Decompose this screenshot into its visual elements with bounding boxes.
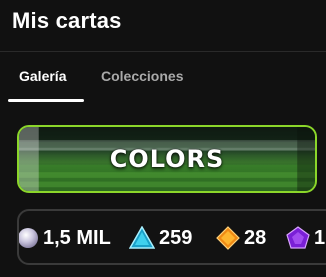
silver-orb-icon: [19, 227, 39, 249]
active-tab-indicator: [8, 99, 84, 102]
blue-triangle-gem-icon: [129, 226, 155, 250]
blue-gems-value: 259: [159, 226, 193, 249]
currency-coins: 1,5 MIL: [19, 224, 111, 252]
orange-diamond-gem-icon: [216, 226, 240, 250]
tab-bar: Galería Colecciones: [0, 52, 326, 102]
orange-gems-value: 28: [244, 226, 267, 249]
purple-pentagon-gem-icon: [286, 226, 310, 250]
page-title: Mis cartas: [12, 8, 122, 33]
currency-bar: 1,5 MIL 259 28 1: [17, 209, 326, 265]
currency-purple-gems: 1: [286, 224, 325, 252]
banner-title: COLORS: [109, 145, 225, 173]
tab-gallery[interactable]: Galería: [19, 68, 66, 84]
header: Mis cartas: [0, 0, 326, 52]
currency-orange-gems: 28: [216, 224, 266, 252]
coins-value: 1,5 MIL: [43, 226, 111, 249]
currency-blue-gems: 259: [129, 224, 192, 252]
purple-gems-value: 1: [314, 226, 326, 249]
collection-banner[interactable]: COLORS: [17, 125, 317, 193]
tab-collections[interactable]: Colecciones: [101, 68, 183, 84]
